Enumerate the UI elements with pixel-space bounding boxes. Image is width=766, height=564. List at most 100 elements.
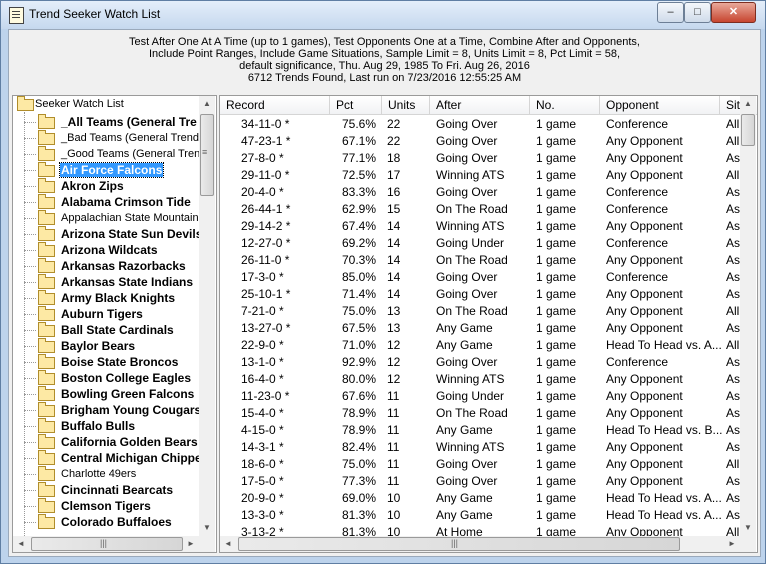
table-cell: 77.3%	[342, 474, 377, 488]
scroll-thumb[interactable]: |||	[31, 537, 183, 551]
tree-item[interactable]: Arkansas Razorbacks	[24, 258, 199, 274]
title-bar[interactable]: Trend Seeker Watch List – □ ✕	[1, 1, 765, 29]
tree-item[interactable]: _All Teams (General Tre	[24, 114, 199, 130]
maximize-button[interactable]: □	[684, 2, 711, 23]
folder-icon	[38, 290, 55, 305]
column-header[interactable]: Opponent	[600, 96, 720, 114]
scroll-left-arrow-icon[interactable]: ◄	[220, 536, 236, 552]
tree-item[interactable]: Charlotte 49ers	[24, 466, 199, 482]
table-row[interactable]: 20-9-0 * 69.0% 10 Any Game 1 game Head To Hea…	[220, 490, 740, 507]
tree-item[interactable]: Arizona State Sun Devils	[24, 226, 202, 242]
folder-icon	[38, 450, 55, 465]
table-vertical-scrollbar[interactable]: ▲ ▼	[740, 96, 756, 536]
column-header[interactable]: Units	[382, 96, 430, 114]
tree-line	[24, 378, 36, 379]
table-row[interactable]: 13-3-0 * 81.3% 10 Any Game 1 game Head To Hea…	[220, 507, 740, 524]
table-cell: As A	[726, 474, 740, 488]
folder-icon	[38, 194, 55, 209]
column-header[interactable]: No.	[530, 96, 600, 114]
folder-icon	[38, 354, 55, 369]
tree-item[interactable]: Clemson Tigers	[24, 498, 199, 514]
tree-item[interactable]: Ball State Cardinals	[24, 322, 199, 338]
table-row[interactable]: 47-23-1 * 67.1% 22 Going Over 1 game Any Oppo…	[220, 133, 740, 150]
tree-item[interactable]: Central Michigan Chippe	[24, 450, 202, 466]
scroll-thumb[interactable]: ≡	[200, 114, 214, 196]
table-cell: As D	[726, 151, 740, 165]
watch-list-tree[interactable]: Seeker Watch List _All Teams (General Tr…	[12, 95, 217, 553]
scroll-left-arrow-icon[interactable]: ◄	[13, 536, 29, 552]
trends-table[interactable]: Record Pct Units After No. Opponent Situt 34-1…	[219, 95, 758, 553]
table-row[interactable]: 14-3-1 * 82.4% 11 Winning ATS 1 game Any Oppo…	[220, 439, 740, 456]
table-row[interactable]: 29-11-0 * 72.5% 17 Winning ATS 1 game Any Opp…	[220, 167, 740, 184]
table-cell: 14	[387, 236, 401, 250]
tree-item[interactable]: Colorado Buffaloes	[24, 514, 199, 530]
scroll-down-arrow-icon[interactable]: ▼	[199, 520, 215, 536]
table-cell: As H	[726, 508, 740, 522]
minimize-button[interactable]: –	[657, 2, 684, 23]
folder-icon	[38, 130, 55, 145]
table-row[interactable]: 12-27-0 * 69.2% 14 Going Under 1 game Confere…	[220, 235, 740, 252]
table-row[interactable]: 22-9-0 * 71.0% 12 Any Game 1 game Head To Hea…	[220, 337, 740, 354]
table-cell: 11	[387, 440, 400, 454]
tree-item[interactable]: _Good Teams (General Trend	[24, 146, 206, 162]
scroll-up-arrow-icon[interactable]: ▲	[199, 96, 215, 112]
tree-item[interactable]: Cincinnati Bearcats	[24, 482, 199, 498]
table-row[interactable]: 20-4-0 * 83.3% 16 Going Over 1 game Conferenc…	[220, 184, 740, 201]
folder-icon	[38, 226, 55, 241]
tree-vertical-scrollbar[interactable]: ▲ ≡ ▼	[199, 96, 215, 536]
tree-item[interactable]: Akron Zips	[24, 178, 199, 194]
table-row[interactable]: 29-14-2 * 67.4% 14 Winning ATS 1 game Any Opp…	[220, 218, 740, 235]
tree-item[interactable]: Brigham Young Cougars	[24, 402, 201, 418]
tree-item[interactable]: Boston College Eagles	[24, 370, 199, 386]
tree-horizontal-scrollbar[interactable]: ◄ ||| ►	[13, 536, 199, 552]
table-row[interactable]: 34-11-0 * 75.6% 22 Going Over 1 game Conferen…	[220, 116, 740, 133]
table-row[interactable]: 27-8-0 * 77.1% 18 Going Over 1 game Any Oppon…	[220, 150, 740, 167]
tree-item[interactable]: Army Black Knights	[24, 290, 199, 306]
table-cell: 34-11-0 *	[241, 117, 290, 131]
table-row[interactable]: 4-15-0 * 78.9% 11 Any Game 1 game Head To Hea…	[220, 422, 740, 439]
table-horizontal-scrollbar[interactable]: ◄ ||| ►	[220, 536, 740, 552]
scroll-thumb[interactable]: |||	[238, 537, 680, 551]
table-row[interactable]: 16-4-0 * 80.0% 12 Winning ATS 1 game Any Oppo…	[220, 371, 740, 388]
column-header[interactable]: Record	[220, 96, 330, 114]
column-header[interactable]: Pct	[330, 96, 382, 114]
column-header[interactable]: After	[430, 96, 530, 114]
table-row[interactable]: 25-10-1 * 71.4% 14 Going Over 1 game Any Oppo…	[220, 286, 740, 303]
tree-item[interactable]: Boise State Broncos	[24, 354, 199, 370]
folder-icon	[38, 178, 55, 193]
table-row[interactable]: 7-21-0 * 75.0% 13 On The Road 1 game Any Oppo…	[220, 303, 740, 320]
tree-item[interactable]: Baylor Bears	[24, 338, 199, 354]
table-cell: 1 game	[536, 202, 577, 216]
table-row[interactable]: 17-5-0 * 77.3% 11 Going Over 1 game Any Oppon…	[220, 473, 740, 490]
scroll-thumb[interactable]	[741, 114, 755, 146]
tree-item[interactable]: Arizona Wildcats	[24, 242, 199, 258]
table-cell: Going Under	[436, 389, 505, 403]
grip-icon: |||	[100, 538, 108, 548]
tree-item[interactable]: Auburn Tigers	[24, 306, 199, 322]
table-row[interactable]: 26-44-1 * 62.9% 15 On The Road 1 game Confere…	[220, 201, 740, 218]
scroll-up-arrow-icon[interactable]: ▲	[740, 96, 756, 112]
tree-item[interactable]: _Bad Teams (General Trends	[24, 130, 204, 146]
table-row[interactable]: 18-6-0 * 75.0% 11 Going Over 1 game Any Oppon…	[220, 456, 740, 473]
table-cell: 29-11-0 *	[241, 168, 290, 182]
table-row[interactable]: 15-4-0 * 78.9% 11 On The Road 1 game Any Oppo…	[220, 405, 740, 422]
scroll-down-arrow-icon[interactable]: ▼	[740, 520, 756, 536]
tree-item[interactable]: Air Force Falcons	[24, 162, 199, 178]
table-row[interactable]: 17-3-0 * 85.0% 14 Going Over 1 game Conferenc…	[220, 269, 740, 286]
table-row[interactable]: 13-1-0 * 92.9% 12 Going Over 1 game Conferenc…	[220, 354, 740, 371]
close-button[interactable]: ✕	[711, 2, 756, 23]
tree-item[interactable]: Arkansas State Indians	[24, 274, 199, 290]
tree-item[interactable]: California Golden Bears	[24, 434, 199, 450]
table-row[interactable]: 26-11-0 * 70.3% 14 On The Road 1 game Any Opp…	[220, 252, 740, 269]
scroll-right-arrow-icon[interactable]: ►	[183, 536, 199, 552]
table-cell: Winning ATS	[436, 440, 505, 454]
tree-item[interactable]: Alabama Crimson Tide	[24, 194, 199, 210]
table-row[interactable]: 11-23-0 * 67.6% 11 Going Under 1 game Any Opp…	[220, 388, 740, 405]
tree-item[interactable]: Bowling Green Falcons	[24, 386, 199, 402]
table-row[interactable]: 13-27-0 * 67.5% 13 Any Game 1 game Any Oppone…	[220, 320, 740, 337]
tree-item[interactable]: Buffalo Bulls	[24, 418, 199, 434]
tree-item[interactable]: Appalachian State Mountaine	[24, 210, 205, 226]
scroll-right-arrow-icon[interactable]: ►	[724, 536, 740, 552]
table-cell: 16-4-0 *	[241, 372, 284, 386]
table-cell: 25-10-1 *	[241, 287, 291, 301]
